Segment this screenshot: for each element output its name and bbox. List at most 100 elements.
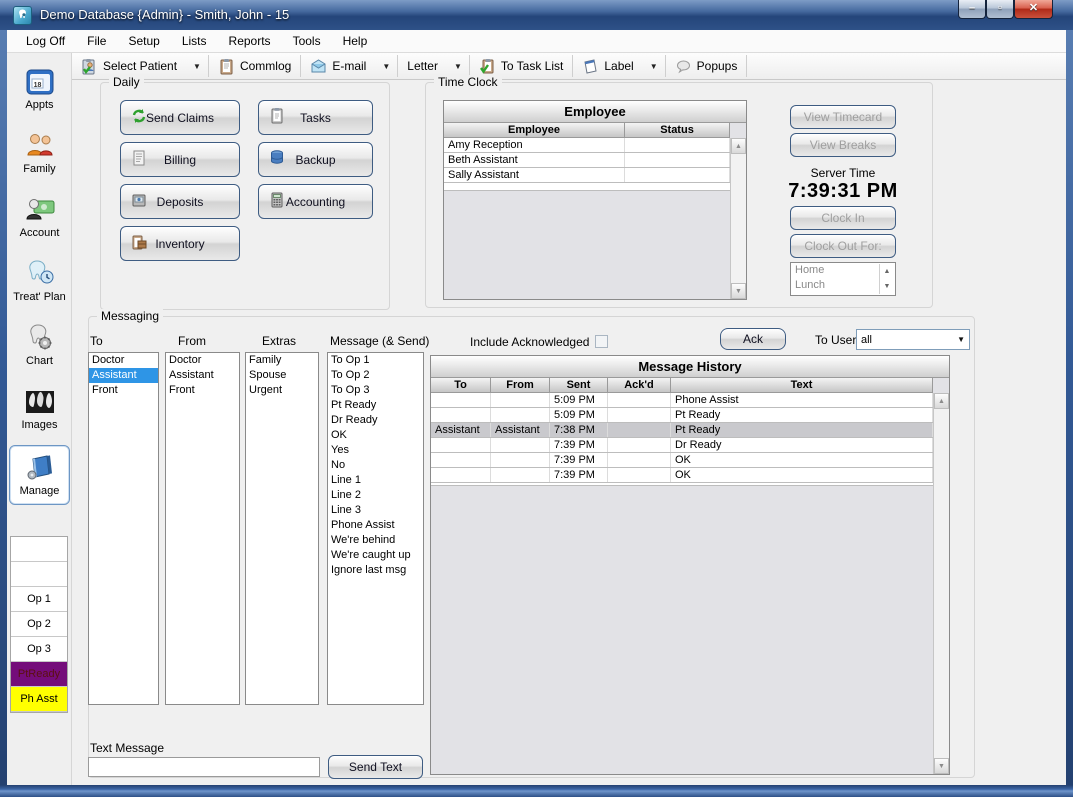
deposits-button[interactable]: Deposits — [120, 184, 240, 219]
list-item[interactable]: Urgent — [246, 383, 318, 398]
sidebar-item-treat-plan[interactable]: Treat' Plan — [9, 253, 70, 309]
close-button[interactable]: ✕ — [1014, 0, 1053, 19]
employee-row[interactable]: Amy Reception — [444, 138, 730, 153]
email-dropdown[interactable]: ▼ — [375, 53, 397, 79]
col-header-sent[interactable]: Sent — [550, 378, 608, 392]
list-item[interactable]: We're caught up — [328, 548, 423, 563]
text-message-input[interactable] — [88, 757, 320, 777]
menu-log-off[interactable]: Log Off — [15, 31, 76, 51]
ops-op1-button[interactable]: Op 1 — [11, 587, 67, 612]
list-item[interactable]: Doctor — [166, 353, 239, 368]
to-user-dropdown[interactable]: all ▼ — [856, 329, 970, 350]
clock-out-for-button[interactable]: Clock Out For: — [790, 234, 896, 258]
label-dropdown[interactable]: ▼ — [643, 53, 665, 79]
label-button[interactable]: Label — [573, 53, 642, 79]
menu-setup[interactable]: Setup — [117, 31, 170, 51]
list-item[interactable]: Front — [89, 383, 158, 398]
scroll-down-icon[interactable]: ▼ — [934, 758, 949, 774]
list-item[interactable]: OK — [328, 428, 423, 443]
col-header-ackd[interactable]: Ack'd — [608, 378, 671, 392]
menu-reports[interactable]: Reports — [218, 31, 282, 51]
status-col-header[interactable]: Status — [625, 123, 730, 137]
sidebar-item-chart[interactable]: Chart — [9, 317, 70, 373]
list-item[interactable]: Yes — [328, 443, 423, 458]
list-item[interactable]: Front — [166, 383, 239, 398]
clock-out-options-list[interactable]: Home Lunch ▲ ▼ — [790, 262, 896, 296]
backup-button[interactable]: Backup — [258, 142, 373, 177]
scroll-up-icon[interactable]: ▲ — [934, 393, 949, 409]
accounting-button[interactable]: Accounting — [258, 184, 373, 219]
history-row-selected[interactable]: AssistantAssistant7:38 PMPt Ready — [431, 423, 933, 438]
list-item[interactable]: Assistant — [166, 368, 239, 383]
commlog-button[interactable]: Commlog — [209, 53, 300, 79]
list-item[interactable]: Doctor — [89, 353, 158, 368]
list-item[interactable]: Pt Ready — [328, 398, 423, 413]
list-item-selected[interactable]: Assistant — [89, 368, 158, 383]
sidebar-item-manage[interactable]: Manage — [9, 445, 70, 505]
history-row[interactable]: 7:39 PMOK — [431, 453, 933, 468]
employee-row[interactable]: Beth Assistant — [444, 153, 730, 168]
list-item[interactable]: Spouse — [246, 368, 318, 383]
view-breaks-button[interactable]: View Breaks — [790, 133, 896, 157]
clock-out-options-spinner[interactable]: ▲ ▼ — [879, 264, 894, 294]
list-item[interactable]: Phone Assist — [328, 518, 423, 533]
sidebar-item-account[interactable]: Account — [9, 189, 70, 245]
ops-ptready-button[interactable]: PtReady — [11, 662, 67, 687]
menu-tools[interactable]: Tools — [282, 31, 332, 51]
list-item[interactable]: To Op 1 — [328, 353, 423, 368]
select-patient-dropdown[interactable]: ▼ — [186, 53, 208, 79]
sidebar-item-appts[interactable]: 18 Appts — [9, 61, 70, 117]
menu-help[interactable]: Help — [332, 31, 379, 51]
inventory-button[interactable]: Inventory — [120, 226, 240, 261]
list-item[interactable]: Line 2 — [328, 488, 423, 503]
col-header-text[interactable]: Text — [671, 378, 933, 392]
popups-button[interactable]: Popups — [666, 53, 747, 79]
list-item[interactable]: Ignore last msg — [328, 563, 423, 578]
minimize-button[interactable]: – — [958, 0, 986, 19]
list-item[interactable]: No — [328, 458, 423, 473]
history-row[interactable]: 5:09 PMPhone Assist — [431, 393, 933, 408]
history-row[interactable]: 7:39 PMDr Ready — [431, 438, 933, 453]
scroll-down-icon[interactable]: ▼ — [731, 283, 746, 299]
ops-phasst-button[interactable]: Ph Asst — [11, 687, 67, 712]
employee-table-scrollbar[interactable]: ▲ ▼ — [730, 138, 746, 299]
tasks-button[interactable]: Tasks — [258, 100, 373, 135]
email-button[interactable]: E-mail — [301, 53, 375, 79]
menu-lists[interactable]: Lists — [171, 31, 218, 51]
ops-op2-button[interactable]: Op 2 — [11, 612, 67, 637]
ops-op3-button[interactable]: Op 3 — [11, 637, 67, 662]
list-item[interactable]: Dr Ready — [328, 413, 423, 428]
col-header-to[interactable]: To — [431, 378, 491, 392]
billing-button[interactable]: Billing — [120, 142, 240, 177]
sidebar-item-images[interactable]: Images — [9, 381, 70, 437]
employee-col-header[interactable]: Employee — [444, 123, 625, 137]
scroll-up-icon[interactable]: ▲ — [731, 138, 746, 154]
message-history-scrollbar[interactable]: ▲ ▼ — [933, 393, 949, 774]
send-text-button[interactable]: Send Text — [328, 755, 423, 779]
spin-down-icon[interactable]: ▼ — [880, 279, 894, 294]
employee-row[interactable]: Sally Assistant — [444, 168, 730, 183]
title-bar[interactable]: Demo Database {Admin} - Smith, John - 15… — [0, 0, 1073, 30]
list-item[interactable]: To Op 2 — [328, 368, 423, 383]
menu-file[interactable]: File — [76, 31, 117, 51]
list-item[interactable]: Line 1 — [328, 473, 423, 488]
maximize-button[interactable]: ▫ — [986, 0, 1014, 19]
include-acknowledged-checkbox[interactable] — [595, 335, 608, 348]
daily-group-label: Daily — [109, 75, 144, 89]
ops-empty-row[interactable] — [11, 562, 67, 587]
list-item[interactable]: We're behind — [328, 533, 423, 548]
ack-button[interactable]: Ack — [720, 328, 786, 350]
send-claims-button[interactable]: Send Claims — [120, 100, 240, 135]
history-row[interactable]: 7:39 PMOK — [431, 468, 933, 483]
list-item[interactable]: Family — [246, 353, 318, 368]
sidebar-item-family[interactable]: Family — [9, 125, 70, 181]
col-header-from[interactable]: From — [491, 378, 550, 392]
history-row[interactable]: 5:09 PMPt Ready — [431, 408, 933, 423]
list-item[interactable]: To Op 3 — [328, 383, 423, 398]
cell-text: OK — [671, 453, 933, 467]
view-timecard-button[interactable]: View Timecard — [790, 105, 896, 129]
ops-empty-row[interactable] — [11, 537, 67, 562]
list-item[interactable]: Line 3 — [328, 503, 423, 518]
clock-in-button[interactable]: Clock In — [790, 206, 896, 230]
spin-up-icon[interactable]: ▲ — [880, 264, 894, 279]
